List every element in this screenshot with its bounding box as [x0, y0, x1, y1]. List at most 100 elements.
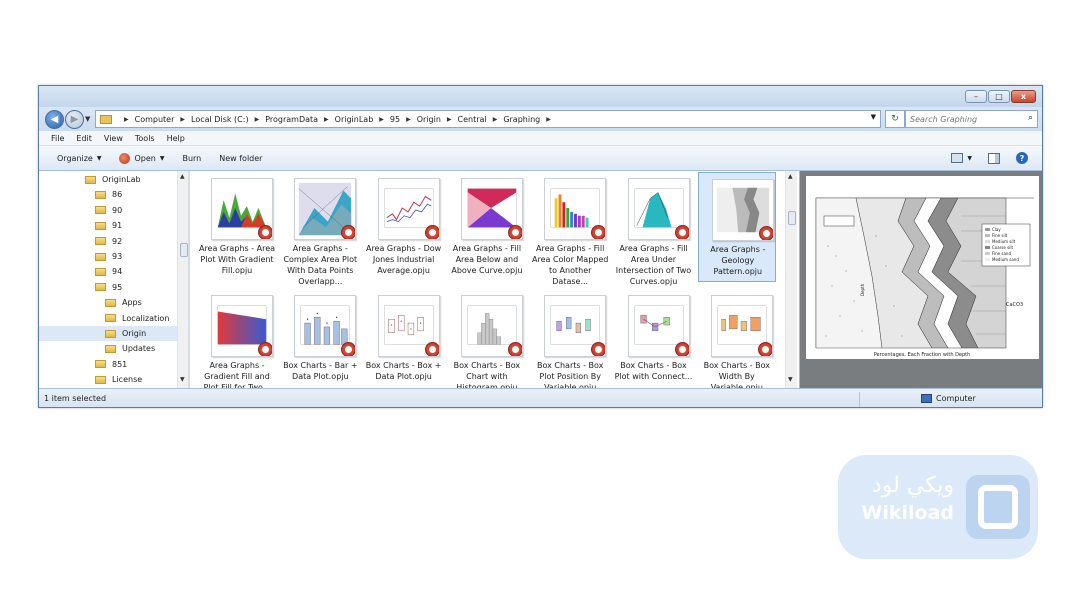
- chevron-right-icon[interactable]: ▶: [447, 116, 452, 123]
- file-name: Area Graphs - Fill Area Color Mapped to …: [532, 244, 609, 286]
- chevron-right-icon[interactable]: ▶: [255, 116, 260, 123]
- close-button[interactable]: x: [1011, 90, 1036, 103]
- tree-item[interactable]: 95: [95, 280, 122, 295]
- search-box[interactable]: ⌕: [905, 110, 1038, 128]
- breadcrumb-item[interactable]: Local Disk (C:): [191, 115, 249, 124]
- tree-item-label: Localization: [122, 313, 170, 323]
- tree-item[interactable]: OriginLab: [85, 172, 141, 187]
- refresh-icon: ↻: [891, 114, 899, 124]
- preview-pane-button[interactable]: [988, 152, 1000, 164]
- file-name: Box Charts - Box Plot Position By Variab…: [536, 361, 604, 388]
- preview-caption: Percentages, Each Fraction with Depth: [874, 352, 971, 358]
- tree-item[interactable]: Localization: [105, 311, 169, 326]
- tree-item[interactable]: Updates: [105, 341, 155, 356]
- breadcrumb-item[interactable]: 95: [390, 115, 400, 124]
- refresh-button[interactable]: ↻: [885, 110, 905, 128]
- folder-icon: [95, 190, 106, 199]
- maximize-button[interactable]: □: [988, 90, 1010, 103]
- tree-item[interactable]: Origin: [39, 326, 177, 341]
- breadcrumb-item[interactable]: OriginLab: [335, 115, 374, 124]
- origin-file-icon: [674, 225, 689, 239]
- file-tile[interactable]: Box Charts - Box Plot Position By Variab…: [531, 289, 609, 388]
- new-folder-label: New folder: [219, 153, 263, 163]
- burn-button[interactable]: Burn: [182, 154, 201, 163]
- file-tile[interactable]: Area Graphs - Complex Area Plot With Dat…: [281, 172, 359, 286]
- file-thumbnail: [460, 178, 523, 240]
- file-tile[interactable]: Box Charts - Box Width By Variable.opju: [698, 289, 776, 388]
- file-thumbnail: [211, 295, 273, 357]
- recent-pages-dropdown[interactable]: ▼: [85, 115, 90, 123]
- scroll-thumb[interactable]: [788, 211, 796, 225]
- organize-button[interactable]: Organize ▼: [57, 154, 101, 163]
- folder-icon: [85, 175, 96, 184]
- chevron-right-icon[interactable]: ▶: [324, 116, 329, 123]
- scroll-down-icon[interactable]: ▼: [788, 376, 793, 383]
- file-tile[interactable]: Area Graphs - Fill Area Under Intersecti…: [615, 172, 693, 286]
- change-view-button[interactable]: ▼: [951, 153, 972, 163]
- file-tile[interactable]: Area Graphs - Fill Area Color Mapped to …: [531, 172, 609, 286]
- file-tile[interactable]: Box Charts - Box + Data Plot.opju: [365, 289, 443, 388]
- chevron-right-icon[interactable]: ▶: [379, 116, 384, 123]
- search-icon[interactable]: ⌕: [1028, 113, 1033, 123]
- folder-icon: [105, 329, 116, 338]
- menu-view[interactable]: View: [104, 134, 123, 143]
- file-tile[interactable]: Box Charts - Box Chart with Histogram.op…: [448, 289, 526, 388]
- tree-item[interactable]: 92: [95, 234, 122, 249]
- menu-file[interactable]: File: [51, 134, 64, 143]
- tree-item[interactable]: 91: [95, 218, 122, 233]
- tree-item[interactable]: 93: [95, 249, 122, 264]
- scroll-down-icon[interactable]: ▼: [180, 376, 185, 383]
- tree-item[interactable]: 86: [95, 187, 122, 202]
- scroll-up-icon[interactable]: ▲: [180, 173, 185, 180]
- chevron-right-icon[interactable]: ▶: [493, 116, 498, 123]
- tree-item-label: 95: [112, 282, 123, 292]
- view-icon: [951, 153, 964, 163]
- origin-file-icon: [758, 226, 773, 240]
- minimize-button[interactable]: –: [965, 90, 987, 103]
- chevron-right-icon[interactable]: ▶: [180, 116, 185, 123]
- forward-button[interactable]: ▶: [65, 110, 84, 129]
- menu-tools[interactable]: Tools: [135, 134, 155, 143]
- menu-edit[interactable]: Edit: [76, 134, 92, 143]
- new-folder-button[interactable]: New folder: [219, 154, 262, 163]
- file-tile[interactable]: Box Charts - Box Plot with Connect...: [615, 289, 693, 388]
- breadcrumb-item[interactable]: Central: [458, 115, 487, 124]
- file-thumbnail: [627, 295, 690, 357]
- chevron-right-icon[interactable]: ▶: [406, 116, 411, 123]
- folder-icon: [105, 298, 116, 307]
- tree-item[interactable]: 90: [95, 203, 122, 218]
- scroll-thumb[interactable]: [180, 243, 188, 257]
- help-icon[interactable]: ?: [1016, 152, 1028, 164]
- address-dropdown-icon[interactable]: ▼: [871, 113, 876, 121]
- file-tile[interactable]: Area Graphs - Gradient Fill and Plot Fil…: [198, 289, 276, 388]
- location-label: Computer: [936, 394, 976, 403]
- file-tile[interactable]: Area Graphs - Fill Area Below and Above …: [448, 172, 526, 282]
- breadcrumb-item[interactable]: Graphing: [503, 115, 540, 124]
- file-list-scrollbar[interactable]: ▲ ▼: [785, 171, 797, 388]
- folder-icon: [95, 237, 106, 246]
- address-bar[interactable]: ▶ Computer ▶ Local Disk (C:) ▶ ProgramData ▶ O…: [95, 110, 881, 128]
- file-tile[interactable]: Area Graphs - Geology Pattern.opju: [697, 172, 776, 282]
- file-tile[interactable]: Area Graphs - Area Plot With Gradient Fi…: [198, 172, 276, 282]
- menu-help[interactable]: Help: [167, 134, 185, 143]
- back-button[interactable]: ◀: [45, 110, 64, 129]
- folder-icon: [95, 267, 106, 276]
- breadcrumb-item[interactable]: Origin: [417, 115, 441, 124]
- folder-icon: [100, 114, 112, 124]
- file-tile[interactable]: Area Graphs - Dow Jones Industrial Avera…: [365, 172, 443, 282]
- file-name: Area Graphs - Fill Area Below and Above …: [451, 244, 523, 275]
- open-button[interactable]: Open ▼: [119, 152, 164, 164]
- chevron-right-icon[interactable]: ▶: [546, 116, 551, 123]
- breadcrumb-item[interactable]: Computer: [135, 115, 175, 124]
- tree-item[interactable]: 851: [95, 357, 127, 372]
- tree-item[interactable]: 94: [95, 264, 122, 279]
- tree-item[interactable]: Apps: [105, 295, 142, 310]
- search-input[interactable]: [910, 114, 1020, 124]
- navigation-scrollbar[interactable]: ▲ ▼: [177, 171, 188, 388]
- tree-item[interactable]: License: [95, 372, 142, 387]
- scroll-up-icon[interactable]: ▲: [788, 173, 793, 180]
- tree-item-label: License: [112, 375, 143, 385]
- origin-file-icon: [258, 225, 272, 239]
- breadcrumb-item[interactable]: ProgramData: [265, 115, 318, 124]
- file-tile[interactable]: Box Charts - Bar + Data Plot.opju: [281, 289, 359, 388]
